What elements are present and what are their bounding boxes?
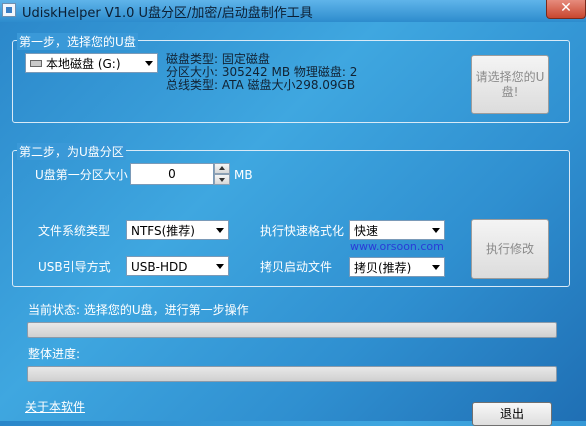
current-status-label: 当前状态: 选择您的U盘，进行第一步操作 [28, 303, 249, 317]
exit-button[interactable]: 退出 [472, 402, 552, 426]
overall-progress-label: 整体进度: [28, 347, 81, 361]
bus-type-info: 总线类型: ATA 磁盘大小298.09GB [166, 78, 356, 92]
usb-drive-icon [30, 60, 42, 67]
partition-size-unit: MB [234, 168, 253, 182]
drive-select-value: 本地磁盘 (G:) [46, 57, 121, 71]
chevron-down-icon [216, 264, 224, 269]
partition-size-input[interactable]: 0 [130, 163, 214, 185]
chevron-down-icon [216, 228, 224, 233]
filesystem-label: 文件系统类型 [38, 224, 111, 238]
select-udisk-button[interactable]: 请选择您的U 盘! [471, 55, 549, 114]
overall-progress-bar [27, 366, 557, 382]
spin-up-button[interactable] [214, 163, 230, 174]
window-title: UdiskHelper V1.0 U盘分区/加密/启动盘制作工具 [22, 6, 313, 21]
boot-mode-select[interactable]: USB-HDD [126, 256, 229, 276]
execute-button[interactable]: 执行修改 [471, 219, 549, 279]
spin-down-button[interactable] [214, 174, 230, 185]
current-progress-bar [27, 322, 557, 338]
copy-boot-label: 拷贝启动文件 [260, 260, 333, 274]
chevron-down-icon [432, 265, 440, 270]
step1-label: 第一步，选择您的U盘 [17, 33, 138, 50]
quick-format-select-value: 快速 [354, 224, 379, 238]
drive-select[interactable]: 本地磁盘 (G:) [25, 53, 158, 73]
quick-format-select[interactable]: 快速 [349, 220, 445, 240]
boot-mode-select-value: USB-HDD [131, 260, 188, 274]
select-udisk-button-line1: 请选择您的U [475, 70, 545, 84]
filesystem-select-value: NTFS(推荐) [131, 224, 195, 238]
partition-size-label: U盘第一分区大小 [35, 168, 128, 182]
title-bar: UdiskHelper V1.0 U盘分区/加密/启动盘制作工具 ✕ [0, 0, 586, 22]
app-icon [2, 3, 16, 17]
copy-boot-select-value: 拷贝(推荐) [354, 261, 412, 275]
close-button[interactable]: ✕ [546, 0, 586, 19]
filesystem-select[interactable]: NTFS(推荐) [126, 220, 229, 240]
about-link[interactable]: 关于本软件 [25, 398, 85, 415]
chevron-down-icon [145, 61, 153, 66]
watermark: www.orsoon.com [350, 240, 444, 253]
copy-boot-select[interactable]: 拷贝(推荐) [349, 257, 445, 277]
boot-mode-label: USB引导方式 [38, 260, 111, 274]
step2-label: 第二步，为U盘分区 [17, 143, 126, 160]
quick-format-label: 执行快速格式化 [260, 224, 345, 238]
chevron-down-icon [432, 228, 440, 233]
select-udisk-button-line2: 盘! [501, 85, 519, 99]
